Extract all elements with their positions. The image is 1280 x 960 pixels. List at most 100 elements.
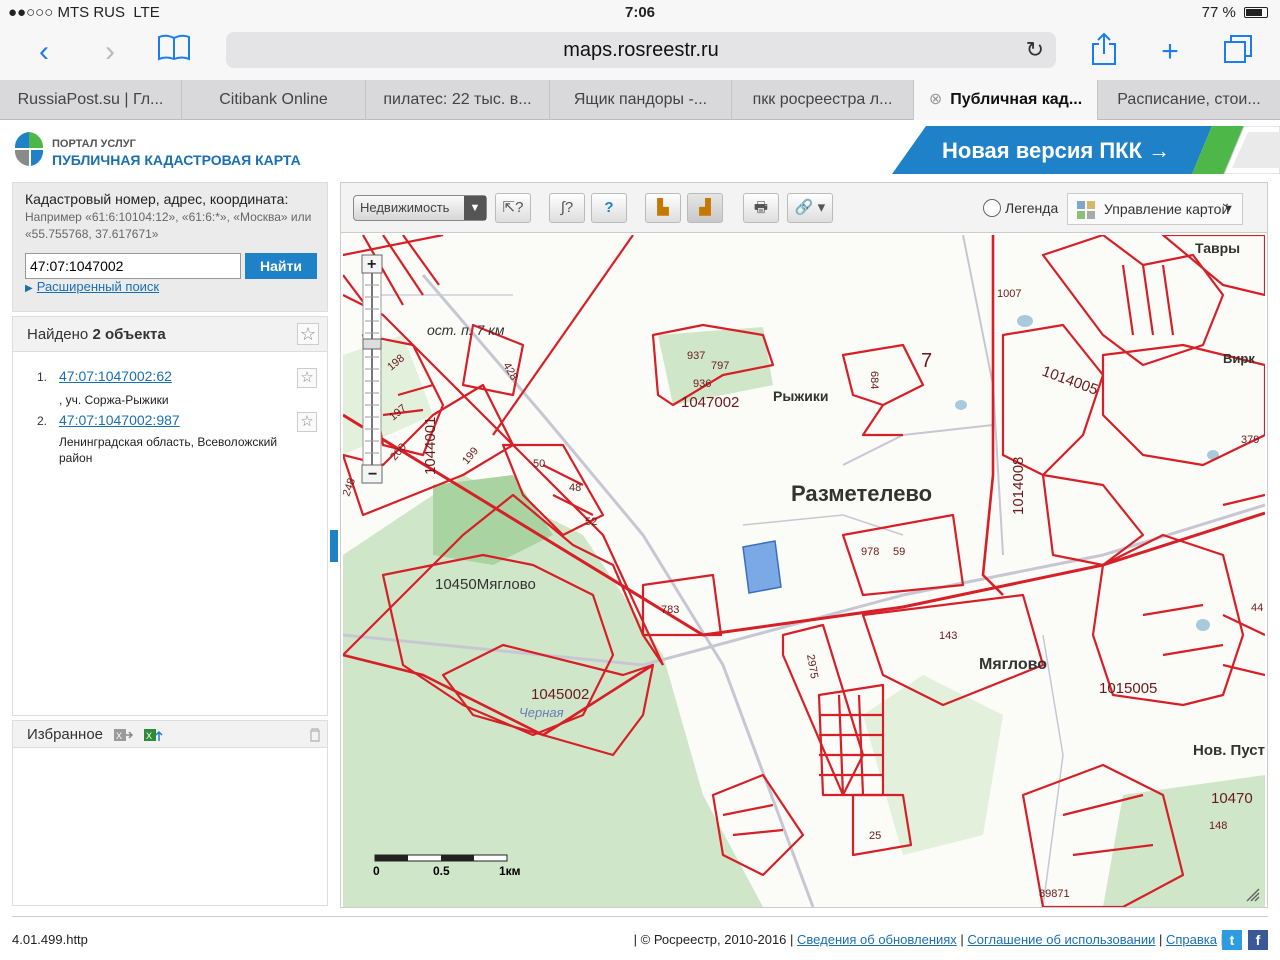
results-count: Найдено 2 объекта xyxy=(27,326,166,343)
new-tab-icon[interactable]: + xyxy=(1150,32,1190,72)
map-canvas[interactable]: ост. п. 7 км Рыжики Разметелево 10450Мяг… xyxy=(343,235,1265,907)
bookmarks-icon[interactable] xyxy=(154,32,194,72)
print-icon[interactable]: 🖶 xyxy=(743,193,779,223)
info-curve-tool-icon[interactable]: ∫? xyxy=(549,193,585,223)
results-header: Найдено 2 объекта ☆ xyxy=(12,316,328,352)
new-version-banner[interactable]: Новая версия ПКК → xyxy=(892,126,1280,174)
back-icon[interactable]: ‹ xyxy=(24,32,64,72)
selected-parcel[interactable] xyxy=(742,540,782,594)
map-number: 148 xyxy=(1209,820,1227,832)
map-label-tavry: Тавры xyxy=(1195,240,1240,256)
map-number: 25 xyxy=(869,830,881,842)
help-link[interactable]: Справка xyxy=(1166,932,1217,947)
portal-header: ПОРТАЛ УСЛУГ ПУБЛИЧНАЯ КАДАСТРОВАЯ КАРТА… xyxy=(0,120,1280,182)
map-label-stop: ост. п. 7 км xyxy=(427,322,505,338)
svg-text:X: X xyxy=(116,731,122,741)
map-number: 1044001 xyxy=(422,417,439,475)
tabs-overview-icon[interactable] xyxy=(1218,32,1258,72)
dropdown-arrow-icon: ▼ xyxy=(464,196,486,220)
search-button[interactable]: Найти xyxy=(245,253,317,279)
scale-label: 1км xyxy=(499,864,521,878)
tab-schedule[interactable]: Расписание, стои... xyxy=(1098,80,1280,120)
map-label-virk: Вирк xyxy=(1223,351,1255,366)
map-control-dropdown[interactable]: Управление картой ▼ xyxy=(1067,193,1243,225)
result-address: Ленинградская область, Всеволожский райо… xyxy=(59,435,278,465)
map-number: 797 xyxy=(711,360,729,372)
agreement-link[interactable]: Соглашение об использовании xyxy=(967,932,1155,947)
legend-checkbox[interactable] xyxy=(983,199,1001,217)
advanced-search-link[interactable]: ▶ Расширенный поиск xyxy=(25,279,159,294)
tab-cadastral-active[interactable]: ⊗ Публичная кад... xyxy=(914,80,1098,120)
sidebar-collapse-handle[interactable] xyxy=(330,530,338,562)
svg-text:X: X xyxy=(146,731,152,741)
dropdown-arrow-icon: ▼ xyxy=(1223,203,1234,215)
search-input[interactable] xyxy=(25,253,241,279)
favorite-star-icon[interactable]: ☆ xyxy=(297,412,317,432)
reload-icon[interactable]: ↻ xyxy=(1026,32,1044,68)
map-number: 1045002 xyxy=(531,686,589,703)
cadastral-map[interactable]: ост. п. 7 км Рыжики Разметелево 10450Мяг… xyxy=(343,235,1265,907)
layer-select[interactable]: Недвижимость ▼ xyxy=(353,195,487,221)
result-address: , уч. Соржа-Рыжики xyxy=(59,393,169,407)
map-number: 978 xyxy=(861,546,879,558)
map-number: 937 xyxy=(687,350,705,362)
map-number: 89871 xyxy=(1039,888,1070,900)
scale-label: 0.5 xyxy=(433,864,450,878)
import-excel-icon[interactable]: X xyxy=(143,727,163,743)
measure-line-tool-icon[interactable]: ▙ xyxy=(645,193,681,223)
result-link[interactable]: 47:07:1047002:62 xyxy=(59,368,172,384)
trash-icon[interactable] xyxy=(305,727,325,743)
map-number: 52 xyxy=(585,516,597,528)
map-number: 59 xyxy=(893,546,905,558)
forward-icon[interactable]: › xyxy=(90,32,130,72)
result-number: 2. xyxy=(37,414,48,428)
share-icon[interactable] xyxy=(1084,32,1124,72)
results-list: 1. 47:07:1047002:62 , уч. Соржа-Рыжики ☆… xyxy=(12,352,328,716)
tab-citibank[interactable]: Citibank Online xyxy=(182,80,366,120)
link-icon[interactable]: 🔗 ▾ xyxy=(787,193,833,223)
search-hint: Например «61:6:10104:12», «61:6:*», «Мос… xyxy=(25,210,312,241)
zoom-slider-handle[interactable] xyxy=(362,338,382,350)
page-title: ПУБЛИЧНАЯ КАДАСТРОВАЯ КАРТА xyxy=(52,152,301,168)
copyright-text: | © Росреестр, 2010-2016 | xyxy=(633,932,794,947)
map-number: 10470 xyxy=(1211,790,1253,807)
browser-toolbar: ‹ › maps.rosreestr.ru ↻ + xyxy=(0,26,1280,80)
measure-area-tool-icon[interactable]: ▟ xyxy=(687,193,723,223)
facebook-icon[interactable]: f xyxy=(1248,930,1268,950)
tab-russiapost[interactable]: RussiaPost.su | Гл... xyxy=(0,80,182,120)
tab-pandora[interactable]: Ящик пандоры -... xyxy=(550,80,732,120)
result-number: 1. xyxy=(37,370,48,384)
map-number: 1047002 xyxy=(681,394,739,411)
map-number: 1014008 xyxy=(1010,457,1027,515)
footer-divider xyxy=(12,916,1268,917)
tab-pkk[interactable]: пкк росреестра л... xyxy=(732,80,914,120)
scale-label: 0 xyxy=(373,864,380,878)
zoom-control[interactable]: + − xyxy=(361,254,383,484)
star-icon[interactable]: ☆ xyxy=(297,323,319,345)
found-prefix: Найдено xyxy=(27,326,89,343)
favorite-star-icon[interactable]: ☆ xyxy=(297,368,317,388)
sidebar: Кадастровый номер, адрес, координата: На… xyxy=(12,182,328,906)
browser-tabs: RussiaPost.su | Гл... Citibank Online пи… xyxy=(0,80,1280,120)
svg-text:−: − xyxy=(368,466,377,483)
map-label-razmetelevo: Разметелево xyxy=(791,481,932,506)
url-bar[interactable]: maps.rosreestr.ru ↻ xyxy=(226,32,1056,68)
map-label-chernaya: Черная xyxy=(519,705,564,720)
close-tab-icon[interactable]: ⊗ xyxy=(929,91,942,108)
expand-triangle-icon: ▶ xyxy=(25,283,33,294)
battery-status: 77 % xyxy=(1202,4,1268,21)
search-panel: Кадастровый номер, адрес, координата: На… xyxy=(12,182,328,312)
identify-tool-icon[interactable]: ⇱? xyxy=(495,193,531,223)
tab-pilates[interactable]: пилатес: 22 тыс. в... xyxy=(366,80,550,120)
status-bar: ●●○○○ MTS RUS LTE 7:06 77 % xyxy=(0,0,1280,26)
favorites-list xyxy=(12,748,328,906)
result-link[interactable]: 47:07:1047002:987 xyxy=(59,412,180,428)
map-number: 143 xyxy=(939,630,957,642)
export-excel-icon[interactable]: X xyxy=(113,727,133,743)
map-label-myaglovo-parcel: 10450Мяглово xyxy=(435,576,536,593)
twitter-icon[interactable]: t xyxy=(1222,930,1242,950)
building-info-tool-icon[interactable]: ? xyxy=(591,193,627,223)
clock: 7:06 xyxy=(624,4,656,21)
updates-link[interactable]: Сведения об обновлениях xyxy=(797,932,957,947)
legend-toggle[interactable]: Легенда xyxy=(983,199,1058,217)
